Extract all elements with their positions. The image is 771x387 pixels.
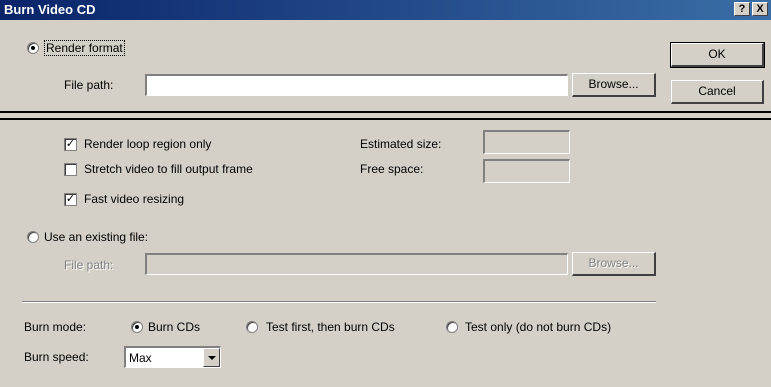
fast-resize-label[interactable]: Fast video resizing — [84, 191, 184, 207]
burn-mode-test-only-radio[interactable] — [446, 321, 458, 333]
burn-mode-burn-cds-radio[interactable] — [131, 321, 143, 333]
existing-file-path-label: File path: — [64, 258, 114, 272]
loop-region-checkbox[interactable]: ✓ — [64, 138, 77, 151]
chevron-down-icon[interactable] — [203, 348, 220, 367]
checkmark-icon: ✓ — [65, 138, 76, 150]
section-separator — [0, 118, 771, 120]
existing-browse-button[interactable]: Browse... — [572, 252, 656, 276]
burn-mode-burn-cds-label[interactable]: Burn CDs — [148, 319, 200, 335]
stretch-video-label[interactable]: Stretch video to fill output frame — [84, 161, 253, 177]
burn-mode-test-only-label[interactable]: Test only (do not burn CDs) — [465, 319, 611, 335]
estimated-size-field — [483, 130, 570, 154]
estimated-size-label: Estimated size: — [360, 137, 442, 151]
cancel-button[interactable]: Cancel — [671, 80, 764, 104]
checkmark-icon: ✓ — [65, 193, 76, 205]
section-separator — [0, 111, 771, 113]
close-icon[interactable]: X — [752, 2, 768, 16]
ok-button[interactable]: OK — [670, 42, 765, 68]
render-browse-button[interactable]: Browse... — [572, 73, 656, 97]
stretch-video-checkbox[interactable] — [64, 163, 77, 176]
render-file-path-label: File path: — [64, 78, 114, 92]
burn-speed-value: Max — [129, 351, 152, 365]
burn-speed-select[interactable]: Max — [124, 346, 221, 368]
help-icon[interactable]: ? — [734, 2, 750, 16]
burn-video-cd-dialog: Burn Video CD ? X Render format File pat… — [0, 0, 771, 387]
loop-region-label[interactable]: Render loop region only — [84, 136, 211, 152]
divider — [22, 301, 656, 303]
existing-file-path-input[interactable] — [145, 253, 568, 275]
render-file-path-input[interactable] — [145, 74, 568, 96]
window-title: Burn Video CD — [4, 2, 96, 17]
free-space-label: Free space: — [360, 162, 424, 176]
use-existing-file-label[interactable]: Use an existing file: — [44, 229, 148, 245]
use-existing-file-radio[interactable] — [27, 231, 39, 243]
burn-mode-test-then-burn-radio[interactable] — [246, 321, 258, 333]
render-format-radio[interactable] — [27, 42, 39, 54]
burn-mode-test-then-burn-label[interactable]: Test first, then burn CDs — [266, 319, 395, 335]
fast-resize-checkbox[interactable]: ✓ — [64, 193, 77, 206]
render-format-label[interactable]: Render format — [44, 40, 125, 56]
burn-speed-label: Burn speed: — [24, 350, 89, 364]
free-space-field — [483, 159, 570, 183]
title-bar[interactable]: Burn Video CD ? X — [0, 0, 771, 20]
burn-mode-label: Burn mode: — [24, 320, 87, 334]
